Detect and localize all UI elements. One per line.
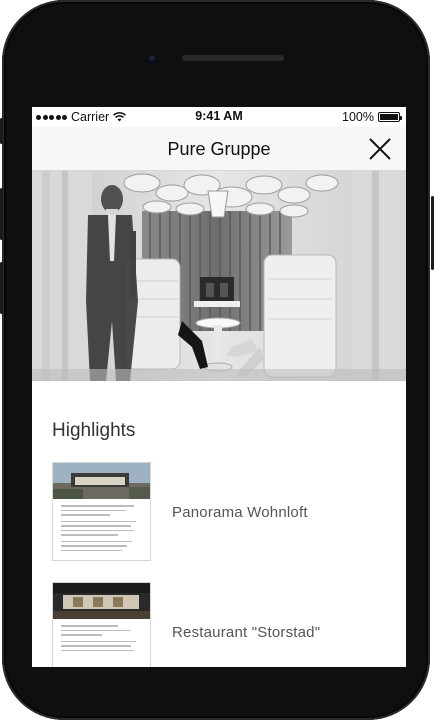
volume-down-button: [0, 262, 3, 314]
battery-icon: [378, 112, 402, 122]
phone-frame: Carrier 9:41 AM 100% Pure Gruppe Highlig…: [2, 0, 430, 720]
battery-fill: [380, 114, 398, 120]
status-bar: Carrier 9:41 AM 100%: [32, 107, 406, 127]
navigation-bar: Pure Gruppe: [32, 127, 406, 171]
close-icon: [369, 138, 391, 160]
lounge-photo: [32, 171, 406, 381]
app-screen: Carrier 9:41 AM 100% Pure Gruppe Highlig…: [32, 107, 406, 667]
volume-up-button: [0, 188, 3, 240]
highlight-item-label: Restaurant "Storstad": [172, 624, 321, 641]
thumbnail-photo: [53, 583, 150, 619]
thumbnail-text-lines: [61, 625, 142, 654]
front-camera: [146, 52, 158, 64]
thumbnail-photo: [53, 463, 150, 499]
status-right: 100%: [342, 110, 402, 124]
earpiece-speaker: [182, 55, 284, 61]
document-thumbnail-icon: [52, 462, 151, 561]
thumbnail-text-lines: [61, 505, 142, 554]
close-button[interactable]: [366, 135, 394, 163]
mute-switch: [0, 118, 3, 144]
hero-image: [32, 171, 406, 381]
highlight-item-label: Panorama Wohnloft: [172, 504, 308, 521]
highlight-item-panorama-wohnloft[interactable]: Panorama Wohnloft: [32, 462, 406, 562]
highlights-heading: Highlights: [52, 420, 136, 441]
page-title: Pure Gruppe: [167, 139, 271, 159]
battery-percent: 100%: [342, 110, 374, 124]
highlight-item-restaurant-storstad[interactable]: Restaurant "Storstad": [32, 582, 406, 667]
document-thumbnail-icon: [52, 582, 151, 667]
